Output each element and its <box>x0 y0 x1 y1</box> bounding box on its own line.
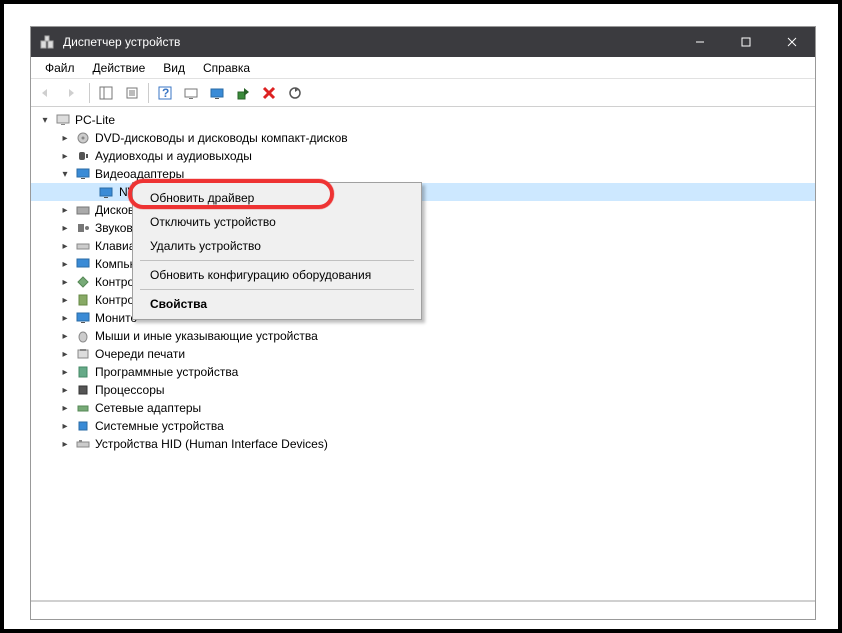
tree-category-0[interactable]: ▸ DVD-дисководы и дисководы компакт-диско… <box>31 129 815 147</box>
chevron-right-icon[interactable]: ▸ <box>59 294 71 306</box>
tree-category-2[interactable]: ▾ Видеоадаптеры <box>31 165 815 183</box>
ctx-properties[interactable]: Свойства <box>136 292 418 316</box>
tree-category-label: Мыши и иные указывающие устройства <box>95 329 318 343</box>
chevron-right-icon[interactable]: ▸ <box>59 204 71 216</box>
category-icon <box>75 364 91 380</box>
titlebar: Диспетчер устройств <box>31 27 815 57</box>
maximize-button[interactable] <box>723 27 769 57</box>
tree-category-label: Системные устройства <box>95 419 224 433</box>
chevron-right-icon[interactable]: ▸ <box>59 222 71 234</box>
svg-text:?: ? <box>162 86 169 100</box>
ctx-update-driver[interactable]: Обновить драйвер <box>136 186 418 210</box>
category-icon <box>75 310 91 326</box>
minimize-button[interactable] <box>677 27 723 57</box>
ctx-separator <box>140 289 414 290</box>
tree-category-1[interactable]: ▸ Аудиовходы и аудиовыходы <box>31 147 815 165</box>
category-icon <box>75 220 91 236</box>
tree-root[interactable]: ▾ PC-Lite <box>31 111 815 129</box>
category-icon <box>75 148 91 164</box>
chevron-right-icon[interactable]: ▸ <box>59 258 71 270</box>
category-icon <box>75 328 91 344</box>
category-icon <box>75 292 91 308</box>
device-icon <box>99 184 115 200</box>
uninstall-device-button[interactable] <box>257 81 281 105</box>
tree-category-label: Программные устройства <box>95 365 238 379</box>
tree-category-14[interactable]: ▸ Сетевые адаптеры <box>31 399 815 417</box>
chevron-right-icon[interactable]: ▸ <box>59 330 71 342</box>
tree-category-11[interactable]: ▸ Очереди печати <box>31 345 815 363</box>
chevron-down-icon[interactable]: ▾ <box>59 168 71 180</box>
tree-category-label: Очереди печати <box>95 347 185 361</box>
chevron-right-icon[interactable]: ▸ <box>59 348 71 360</box>
properties-button[interactable] <box>120 81 144 105</box>
scan-hardware-button[interactable] <box>179 81 203 105</box>
context-menu: Обновить драйвер Отключить устройство Уд… <box>132 182 422 320</box>
chevron-right-icon[interactable]: ▸ <box>59 420 71 432</box>
category-icon <box>75 238 91 254</box>
menu-action[interactable]: Действие <box>85 59 154 77</box>
device-manager-window: Диспетчер устройств Файл Действие Вид Сп… <box>30 26 816 620</box>
close-button[interactable] <box>769 27 815 57</box>
ctx-disable-device[interactable]: Отключить устройство <box>136 210 418 234</box>
category-icon <box>75 274 91 290</box>
computer-icon <box>55 112 71 128</box>
tree-category-label: Сетевые адаптеры <box>95 401 201 415</box>
back-button[interactable] <box>35 81 59 105</box>
tree-category-10[interactable]: ▸ Мыши и иные указывающие устройства <box>31 327 815 345</box>
category-icon <box>75 382 91 398</box>
menubar: Файл Действие Вид Справка <box>31 57 815 79</box>
chevron-right-icon[interactable]: ▸ <box>59 240 71 252</box>
menu-file[interactable]: Файл <box>37 59 83 77</box>
tree-category-label: DVD-дисководы и дисководы компакт-дисков <box>95 131 348 145</box>
chevron-right-icon[interactable]: ▸ <box>59 150 71 162</box>
tree-category-label: Процессоры <box>95 383 165 397</box>
tree-category-12[interactable]: ▸ Программные устройства <box>31 363 815 381</box>
category-icon <box>75 166 91 182</box>
chevron-right-icon[interactable]: ▸ <box>59 366 71 378</box>
help-button[interactable]: ? <box>153 81 177 105</box>
menu-view[interactable]: Вид <box>155 59 193 77</box>
update-driver-button[interactable] <box>205 81 229 105</box>
category-icon <box>75 256 91 272</box>
category-icon <box>75 400 91 416</box>
tree-root-label: PC-Lite <box>75 113 115 127</box>
category-icon <box>75 346 91 362</box>
category-icon <box>75 436 91 452</box>
tree-category-label: Видеоадаптеры <box>95 167 184 181</box>
status-bar <box>31 601 815 619</box>
tree-category-label: Аудиовходы и аудиовыходы <box>95 149 252 163</box>
ctx-uninstall-device[interactable]: Удалить устройство <box>136 234 418 258</box>
category-icon <box>75 202 91 218</box>
tree-category-16[interactable]: ▸ Устройства HID (Human Interface Devices… <box>31 435 815 453</box>
chevron-right-icon[interactable]: ▸ <box>59 132 71 144</box>
category-icon <box>75 418 91 434</box>
show-hide-tree-button[interactable] <box>94 81 118 105</box>
chevron-right-icon[interactable]: ▸ <box>59 312 71 324</box>
menu-help[interactable]: Справка <box>195 59 258 77</box>
chevron-down-icon[interactable]: ▾ <box>39 114 51 126</box>
tree-category-15[interactable]: ▸ Системные устройства <box>31 417 815 435</box>
chevron-right-icon[interactable]: ▸ <box>59 384 71 396</box>
category-icon <box>75 130 91 146</box>
window-title: Диспетчер устройств <box>63 35 677 49</box>
forward-button[interactable] <box>61 81 85 105</box>
chevron-right-icon[interactable]: ▸ <box>59 276 71 288</box>
chevron-right-icon[interactable]: ▸ <box>59 402 71 414</box>
tree-category-label: Устройства HID (Human Interface Devices) <box>95 437 328 451</box>
toolbar: ? <box>31 79 815 107</box>
app-icon <box>39 34 55 50</box>
tree-category-13[interactable]: ▸ Процессоры <box>31 381 815 399</box>
tree-category-label: Монито <box>95 311 137 325</box>
refresh-button[interactable] <box>283 81 307 105</box>
enable-device-button[interactable] <box>231 81 255 105</box>
ctx-scan-hardware[interactable]: Обновить конфигурацию оборудования <box>136 263 418 287</box>
chevron-right-icon[interactable]: ▸ <box>59 438 71 450</box>
ctx-separator <box>140 260 414 261</box>
